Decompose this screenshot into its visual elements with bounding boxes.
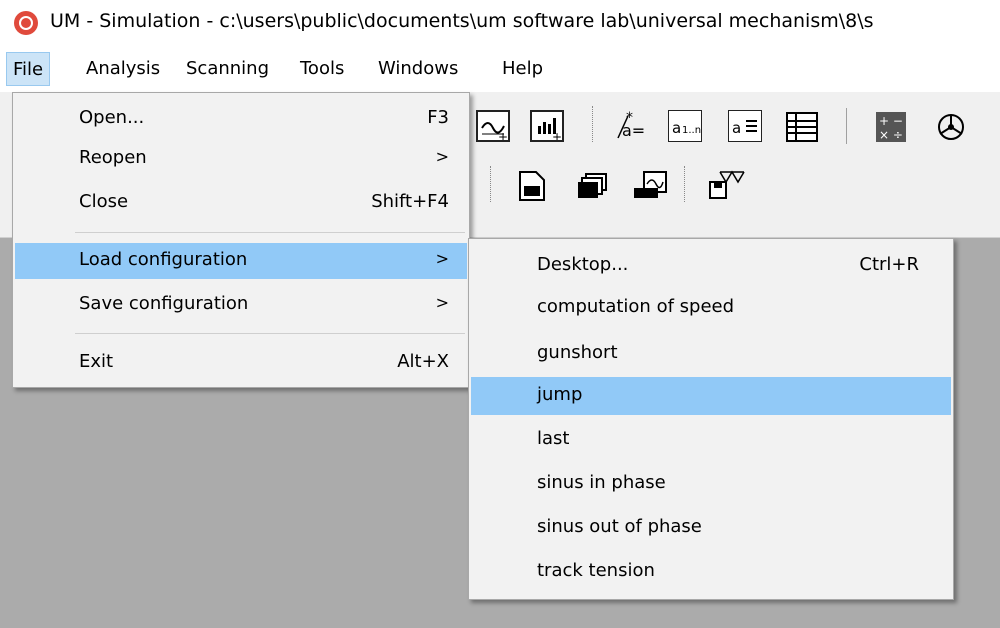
title-bar: UM - Simulation - c:\users\public\docume… <box>0 0 1000 46</box>
table-icon[interactable] <box>786 112 818 142</box>
toolbar-separator <box>592 106 594 142</box>
toolbar-separator <box>490 166 492 202</box>
submenu-item-label: jump <box>537 384 583 405</box>
submenu-item-sinus-in-phase[interactable]: sinus in phase <box>471 465 951 503</box>
submenu-arrow-icon: > <box>435 293 449 312</box>
submenu-item-label: sinus out of phase <box>537 516 702 537</box>
submenu-item-shortcut: Ctrl+R <box>859 254 919 275</box>
submenu-item-label: Desktop... <box>537 254 629 275</box>
menu-item-label: Reopen <box>79 147 147 168</box>
array-variable-icon[interactable]: a 1..n <box>668 110 702 142</box>
submenu-item-jump[interactable]: jump <box>471 377 951 415</box>
menu-file[interactable]: File <box>6 52 51 86</box>
submenu-item-gunshort[interactable]: gunshort <box>471 335 951 373</box>
menu-item-label: Save configuration <box>79 293 249 314</box>
file-menu: Open... F3 Reopen > Close Shift+F4 Load … <box>12 92 470 388</box>
menu-item-shortcut: Shift+F4 <box>371 191 449 212</box>
graph-window-icon[interactable] <box>632 170 668 202</box>
stacked-windows-icon[interactable] <box>574 170 610 202</box>
variable-list-icon[interactable]: a <box>728 110 762 142</box>
submenu-item-label: gunshort <box>537 342 618 363</box>
load-configuration-submenu: Desktop... Ctrl+R computation of speed g… <box>468 238 954 600</box>
calculator-icon[interactable]: + − × ÷ <box>876 112 906 142</box>
submenu-item-sinus-out-of-phase[interactable]: sinus out of phase <box>471 509 951 547</box>
menu-item-reopen[interactable]: Reopen > <box>15 141 467 177</box>
menu-item-exit[interactable]: Exit Alt+X <box>15 345 467 381</box>
submenu-item-desktop[interactable]: Desktop... Ctrl+R <box>471 247 951 285</box>
submenu-item-computation-of-speed[interactable]: computation of speed <box>471 289 951 327</box>
menu-item-label: Load configuration <box>79 249 248 270</box>
submenu-arrow-icon: > <box>435 147 449 166</box>
menu-tools[interactable]: Tools <box>294 52 350 86</box>
menu-help[interactable]: Help <box>496 52 549 86</box>
mechanism-icon[interactable] <box>934 110 968 144</box>
menu-item-label: Exit <box>79 351 114 372</box>
menu-bar: File Analysis Scanning Tools Windows Hel… <box>0 46 1000 92</box>
menu-item-label: Close <box>79 191 129 212</box>
submenu-item-label: track tension <box>537 560 655 581</box>
submenu-item-last[interactable]: last <box>471 421 951 459</box>
menu-analysis[interactable]: Analysis <box>80 52 166 86</box>
svg-text:a: a <box>672 119 681 137</box>
menu-item-open[interactable]: Open... F3 <box>15 101 467 137</box>
menu-item-label: Open... <box>79 107 145 128</box>
add-graph-icon[interactable]: + <box>476 110 510 142</box>
toolbar-separator <box>684 166 686 202</box>
variable-wizard-icon[interactable]: a= * <box>614 110 648 142</box>
menu-item-shortcut: F3 <box>427 107 449 128</box>
svg-text:*: * <box>626 110 633 126</box>
menu-item-save-configuration[interactable]: Save configuration > <box>15 287 467 323</box>
add-bar-chart-icon[interactable]: + <box>530 110 564 142</box>
svg-text:1..n: 1..n <box>682 125 701 136</box>
toolbar-divider <box>846 108 847 144</box>
svg-text:+: + <box>498 130 508 140</box>
menu-windows[interactable]: Windows <box>372 52 464 86</box>
menu-separator <box>75 333 465 334</box>
menu-scanning[interactable]: Scanning <box>180 52 275 86</box>
menu-item-load-configuration[interactable]: Load configuration > <box>15 243 467 279</box>
submenu-arrow-icon: > <box>435 249 449 268</box>
submenu-item-label: computation of speed <box>537 296 735 317</box>
submenu-item-track-tension[interactable]: track tension <box>471 553 951 591</box>
document-icon[interactable] <box>516 170 550 202</box>
menu-separator <box>75 232 465 233</box>
submenu-item-label: last <box>537 428 570 449</box>
svg-text:+: + <box>552 130 562 140</box>
save-scene-icon[interactable] <box>706 168 746 202</box>
um-app-icon[interactable] <box>14 11 38 35</box>
svg-text:× ÷: × ÷ <box>879 128 903 142</box>
window-title: UM - Simulation - c:\users\public\docume… <box>50 10 874 32</box>
svg-text:+ −: + − <box>879 114 903 128</box>
submenu-item-label: sinus in phase <box>537 472 666 493</box>
svg-text:a: a <box>732 119 741 137</box>
menu-item-close[interactable]: Close Shift+F4 <box>15 185 467 221</box>
menu-item-shortcut: Alt+X <box>397 351 449 372</box>
